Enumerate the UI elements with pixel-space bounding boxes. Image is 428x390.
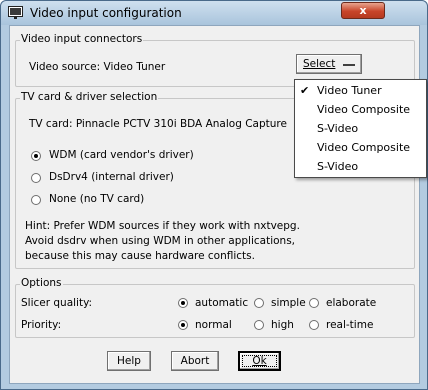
menu-item-video-tuner[interactable]: ✔ Video Tuner: [295, 81, 426, 100]
menu-item-label: Video Tuner: [317, 84, 382, 97]
close-icon: x: [359, 4, 367, 17]
menu-item-label: S-Video: [317, 122, 359, 135]
slicer-label-simple: simple: [271, 297, 306, 309]
select-label: Select: [303, 58, 336, 70]
menu-item-video-composite[interactable]: Video Composite: [295, 100, 426, 119]
options-legend: Options: [20, 277, 63, 289]
priority-radio-realtime[interactable]: [309, 320, 319, 330]
priority-label-normal: normal: [195, 319, 232, 331]
hint-line-1: Hint: Prefer WDM sources if they work wi…: [25, 220, 300, 232]
driver-radio-none[interactable]: [31, 195, 41, 205]
priority-label-realtime: real-time: [326, 319, 374, 331]
hint-line-3: because this may cause hardware conflict…: [25, 250, 255, 262]
slicer-quality-label: Slicer quality:: [21, 297, 93, 309]
driver-radio-wdm[interactable]: [31, 151, 41, 161]
dropdown-indicator-icon: [343, 64, 355, 66]
slicer-label-automatic: automatic: [195, 297, 249, 309]
tvcard-legend: TV card & driver selection: [20, 91, 159, 103]
focus-rectangle: [242, 355, 277, 367]
check-icon: ✔: [300, 84, 310, 97]
close-button[interactable]: x: [341, 2, 385, 19]
options-group: Options Slicer quality: automatic simple…: [15, 277, 415, 338]
menu-item-s-video-2[interactable]: S-Video: [295, 157, 426, 176]
driver-radio-dsdrv[interactable]: [31, 173, 41, 183]
abort-button-label: Abort: [180, 355, 210, 367]
driver-label-none: None (no TV card): [49, 193, 145, 205]
priority-label-high: high: [271, 319, 294, 331]
priority-radio-high[interactable]: [254, 320, 264, 330]
slicer-radio-simple[interactable]: [254, 298, 264, 308]
select-source-button[interactable]: Select: [296, 54, 362, 74]
tvcard-label: TV card: Pinnacle PCTV 310i BDA Analog C…: [29, 118, 287, 130]
connectors-legend: Video input connectors: [20, 33, 144, 45]
dialog-window: Video input configuration x Video input …: [0, 0, 428, 390]
menu-item-video-composite-2[interactable]: Video Composite: [295, 138, 426, 157]
monitor-icon: [8, 6, 23, 19]
window-title: Video input configuration: [30, 6, 182, 20]
driver-label-wdm: WDM (card vendor's driver): [49, 149, 194, 161]
menu-item-s-video[interactable]: S-Video: [295, 119, 426, 138]
priority-radio-normal[interactable]: [178, 320, 188, 330]
help-button-label: Help: [117, 355, 141, 367]
slicer-label-elaborate: elaborate: [326, 297, 377, 309]
hint-line-2: Avoid dsdrv when using WDM in other appl…: [25, 235, 296, 247]
menu-item-label: Video Composite: [317, 103, 411, 116]
ok-button[interactable]: Ok: [238, 351, 281, 371]
title-bar[interactable]: Video input configuration x: [1, 1, 427, 25]
menu-item-label: Video Composite: [317, 141, 411, 154]
video-source-menu: ✔ Video Tuner Video Composite S-Video Vi…: [294, 79, 427, 178]
slicer-radio-automatic[interactable]: [178, 298, 188, 308]
abort-button[interactable]: Abort: [171, 351, 219, 371]
driver-label-dsdrv: DsDrv4 (internal driver): [49, 171, 174, 183]
menu-item-label: S-Video: [317, 160, 359, 173]
priority-label: Priority:: [21, 319, 62, 331]
video-source-label: Video source: Video Tuner: [29, 61, 166, 73]
help-button[interactable]: Help: [107, 351, 151, 371]
slicer-radio-elaborate[interactable]: [309, 298, 319, 308]
